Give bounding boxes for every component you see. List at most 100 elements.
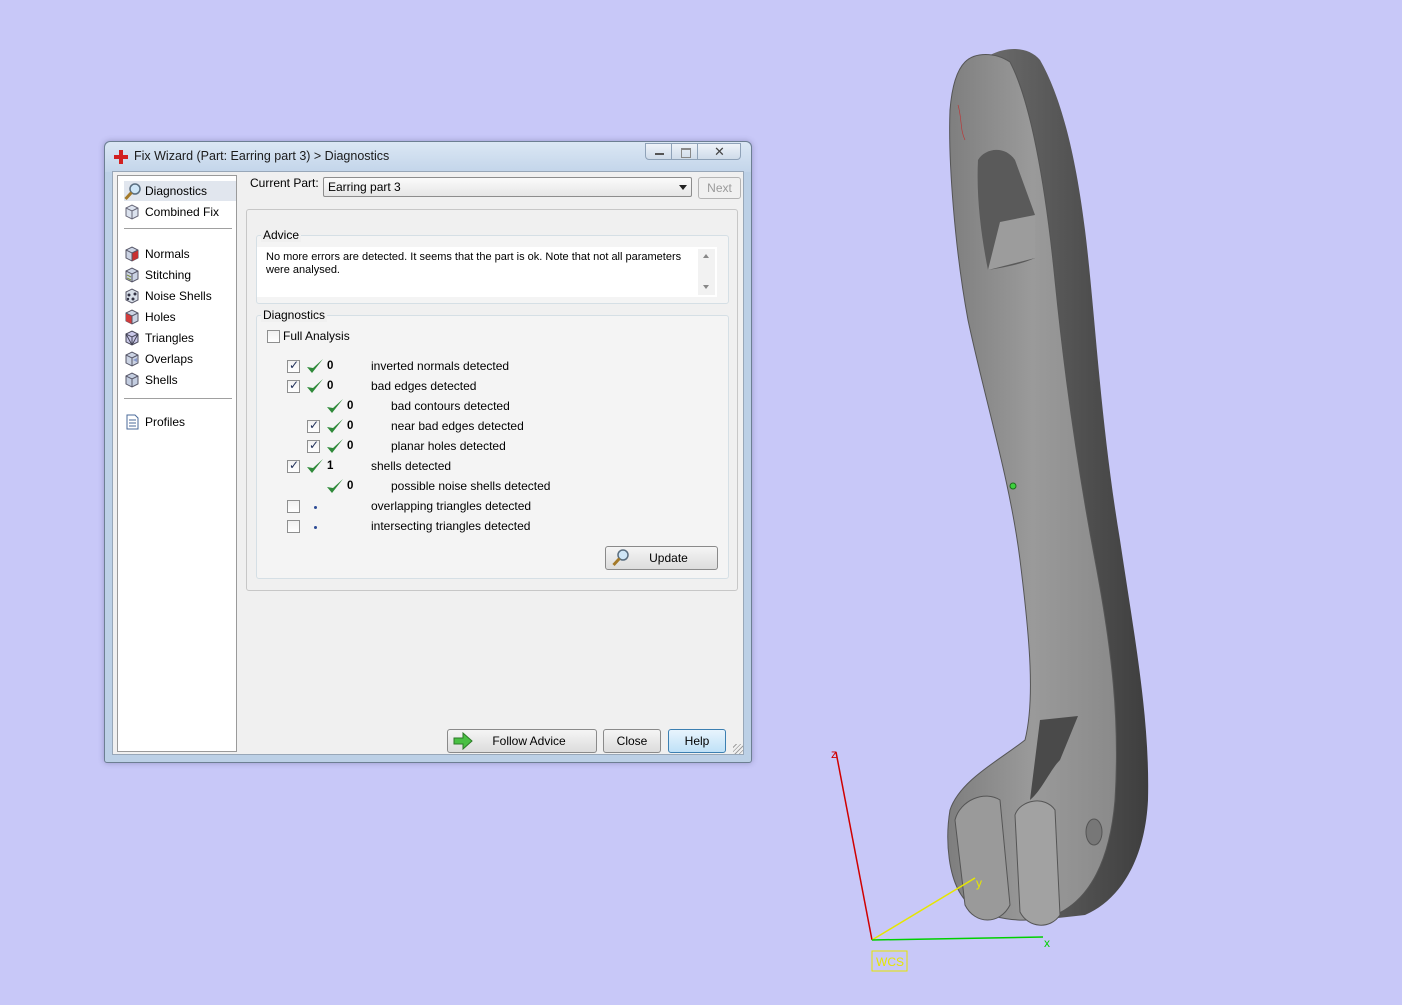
nav-item-label: Diagnostics bbox=[145, 184, 208, 198]
magnifier-icon bbox=[124, 183, 141, 201]
cube-triangles-icon bbox=[124, 330, 140, 346]
nav-item-diagnostics[interactable]: Diagnostics bbox=[124, 181, 236, 201]
nav-item-label: Holes bbox=[145, 310, 176, 324]
diagnostic-checkbox[interactable] bbox=[287, 458, 300, 473]
nav-item-overlaps[interactable]: Overlaps bbox=[124, 349, 236, 369]
next-button[interactable]: Next bbox=[698, 177, 741, 199]
nav-item-label: Profiles bbox=[145, 415, 186, 429]
nav-item-holes[interactable]: Holes bbox=[124, 307, 236, 327]
maximize-icon bbox=[681, 148, 691, 158]
diagnostic-count: 0 bbox=[347, 480, 354, 492]
nav-item-label: Overlaps bbox=[145, 352, 194, 366]
follow-advice-button[interactable]: Follow Advice bbox=[447, 729, 597, 753]
green-arrow-icon bbox=[453, 732, 473, 750]
diagnostic-checkbox[interactable] bbox=[287, 378, 300, 393]
diagnostic-label: inverted normals detected bbox=[371, 359, 510, 373]
minimize-button[interactable] bbox=[645, 143, 672, 160]
close-button[interactable]: Close bbox=[603, 729, 661, 753]
diagnostic-checkbox[interactable] bbox=[287, 520, 300, 533]
cube-red-icon bbox=[124, 309, 140, 325]
nav-item-label: Noise Shells bbox=[145, 289, 212, 303]
diagnostic-count: 0 bbox=[327, 360, 334, 372]
advice-textbox[interactable]: No more errors are detected. It seems th… bbox=[257, 247, 717, 297]
diagnostic-checkbox[interactable] bbox=[287, 358, 300, 373]
diagnostic-row: overlapping triangles detected bbox=[257, 498, 717, 516]
cube-icon bbox=[124, 372, 140, 388]
check-mark-icon bbox=[326, 438, 344, 456]
scroll-up-icon bbox=[703, 254, 709, 258]
diagnostics-group: Diagnostics Full Analysis 0 inverted norm… bbox=[256, 308, 729, 579]
help-button[interactable]: Help bbox=[668, 729, 726, 753]
diagnostic-checkbox[interactable] bbox=[307, 418, 320, 433]
diagnostic-count: 0 bbox=[347, 400, 354, 412]
nav-item-shells[interactable]: Shells bbox=[124, 370, 236, 390]
nav-divider bbox=[124, 398, 232, 399]
axis-z-label: z bbox=[831, 747, 837, 761]
nav-item-label: Stitching bbox=[145, 268, 192, 282]
diagnostic-row: 0 bad edges detected bbox=[257, 378, 717, 396]
title-bar[interactable]: Fix Wizard (Part: Earring part 3) > Diag… bbox=[105, 142, 751, 172]
pending-dot-icon bbox=[314, 526, 317, 529]
check-mark-icon bbox=[306, 458, 324, 476]
diagnostic-checkbox[interactable] bbox=[307, 438, 320, 453]
check-mark-icon bbox=[306, 378, 324, 396]
nav-divider bbox=[124, 228, 232, 229]
nav-item-stitching[interactable]: Stitching bbox=[124, 265, 236, 285]
dialog-client: Diagnostics Combined Fix Normals Stitchi bbox=[112, 171, 744, 755]
nav-item-profiles[interactable]: Profiles bbox=[124, 412, 236, 432]
axis-y-label: y bbox=[976, 876, 982, 890]
diagnostic-checkbox[interactable] bbox=[287, 500, 300, 513]
diagnostic-row: 0 planar holes detected bbox=[257, 438, 717, 456]
axis-x-label: x bbox=[1044, 936, 1050, 950]
document-icon bbox=[124, 414, 140, 430]
check-mark-icon bbox=[306, 358, 324, 376]
nav-item-normals[interactable]: Normals bbox=[124, 244, 236, 264]
nav-item-label: Normals bbox=[145, 247, 190, 261]
check-mark-icon bbox=[326, 398, 344, 416]
diagnostic-row: 0 bad contours detected bbox=[257, 398, 717, 416]
cube-stitch-icon bbox=[124, 267, 140, 283]
magnifier-icon bbox=[612, 549, 630, 570]
nav-item-triangles[interactable]: Triangles bbox=[124, 328, 236, 348]
full-analysis-label: Full Analysis bbox=[283, 329, 350, 343]
nav-item-label: Shells bbox=[145, 373, 178, 387]
wizard-nav: Diagnostics Combined Fix Normals Stitchi bbox=[117, 175, 237, 752]
diagnostic-row: 0 inverted normals detected bbox=[257, 358, 717, 376]
nav-item-noise-shells[interactable]: Noise Shells bbox=[124, 286, 236, 306]
check-mark-icon bbox=[326, 478, 344, 496]
close-window-button[interactable]: ✕ bbox=[697, 143, 741, 160]
maximize-button[interactable] bbox=[671, 143, 698, 160]
advice-scrollbar[interactable] bbox=[698, 249, 715, 295]
diagnostic-count: 0 bbox=[347, 440, 354, 452]
diagnostic-row: 0 near bad edges detected bbox=[257, 418, 717, 436]
noise-cube-icon bbox=[124, 288, 140, 304]
wcs-label: WCS bbox=[876, 955, 904, 969]
current-part-select[interactable]: Earring part 3 bbox=[323, 177, 692, 197]
cube-icon bbox=[124, 204, 140, 220]
wizard-panel: Advice No more errors are detected. It s… bbox=[246, 209, 738, 591]
red-cross-icon bbox=[114, 150, 128, 164]
diagnostic-label: possible noise shells detected bbox=[391, 479, 551, 493]
minimize-icon bbox=[655, 153, 664, 155]
cube-overlap-icon bbox=[124, 351, 140, 367]
update-button[interactable]: Update bbox=[605, 546, 718, 570]
diagnostic-count: 1 bbox=[327, 460, 334, 472]
update-label: Update bbox=[649, 551, 688, 565]
diagnostic-label: bad edges detected bbox=[371, 379, 477, 393]
nav-item-label: Triangles bbox=[145, 331, 194, 345]
fix-wizard-window: Fix Wizard (Part: Earring part 3) > Diag… bbox=[104, 141, 752, 763]
advice-group: Advice No more errors are detected. It s… bbox=[256, 228, 729, 304]
resize-grip-icon[interactable] bbox=[733, 744, 743, 754]
diagnostic-label: bad contours detected bbox=[391, 399, 510, 413]
scroll-down-icon bbox=[703, 285, 709, 289]
diagnostic-row: intersecting triangles detected bbox=[257, 518, 717, 536]
full-analysis-checkbox[interactable] bbox=[267, 330, 280, 343]
nav-item-combined-fix[interactable]: Combined Fix bbox=[124, 202, 236, 222]
diagnostic-label: intersecting triangles detected bbox=[371, 519, 531, 533]
close-icon: ✕ bbox=[714, 144, 725, 159]
window-title: Fix Wizard (Part: Earring part 3) > Diag… bbox=[134, 149, 390, 163]
check-mark-icon bbox=[326, 418, 344, 436]
nav-item-label: Combined Fix bbox=[145, 205, 220, 219]
current-part-label: Current Part: bbox=[250, 176, 319, 190]
diagnostic-row: 1 shells detected bbox=[257, 458, 717, 476]
